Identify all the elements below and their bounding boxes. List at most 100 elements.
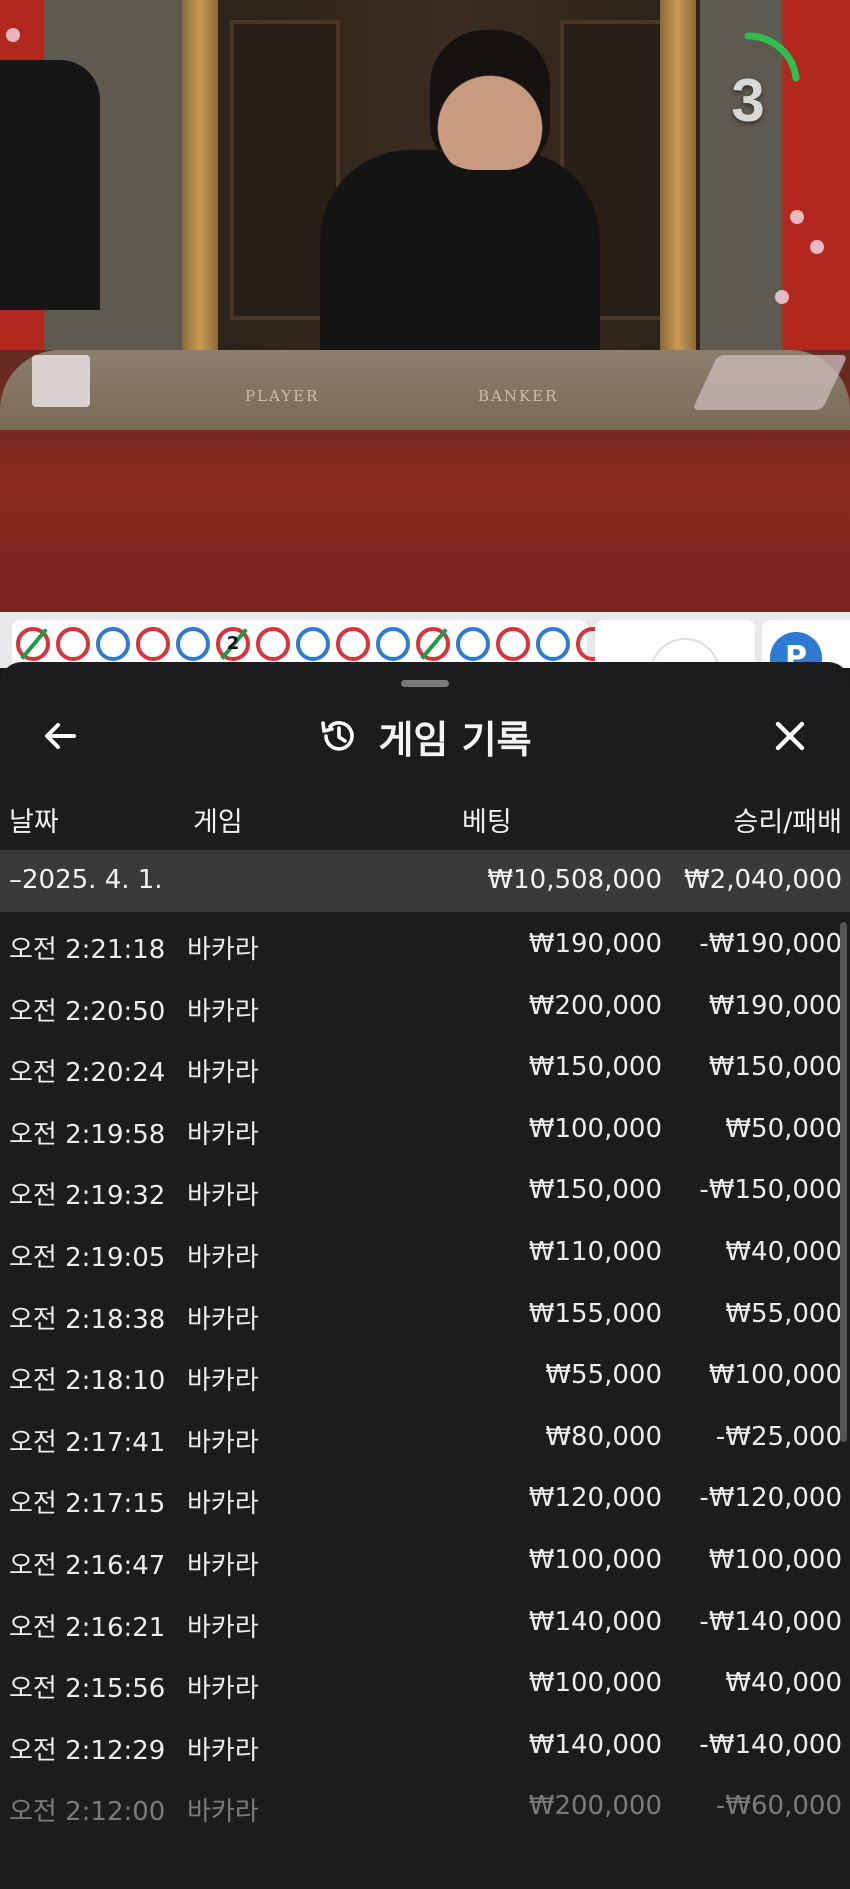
road-panel[interactable]: [595, 620, 755, 708]
scrollbar[interactable]: [840, 922, 847, 1442]
row-game: 바카라: [187, 1366, 259, 1397]
row-game: 바카라: [187, 1242, 259, 1273]
row-win-loss: ₩190,000: [708, 990, 842, 1021]
history-row[interactable]: 오전 2:15:56 바카라 ₩100,000 ₩40,000: [0, 1651, 850, 1713]
history-row[interactable]: 오전 2:16:21 바카라 ₩140,000 -₩140,000: [0, 1590, 850, 1652]
dealer-head: [430, 30, 550, 170]
row-win-loss: ₩50,000: [725, 1113, 842, 1144]
date-group-bet-total: ₩10,508,000: [487, 865, 662, 895]
sheet-header: 게임 기록: [0, 706, 850, 766]
close-button[interactable]: [758, 704, 822, 768]
history-row[interactable]: 오전 2:19:58 바카라 ₩100,000 ₩50,000: [0, 1097, 850, 1159]
history-row[interactable]: 오전 2:18:38 바카라 ₩155,000 ₩55,000: [0, 1282, 850, 1344]
row-time: 오전 2:19:05: [9, 1242, 166, 1273]
countdown-timer: 3: [708, 28, 808, 138]
row-bet: ₩120,000: [528, 1483, 662, 1514]
row-time: 오전 2:20:24: [9, 1058, 166, 1089]
bead-player: [176, 627, 210, 661]
row-bet: ₩100,000: [528, 1668, 662, 1699]
history-row[interactable]: 오전 2:20:50 바카라 ₩200,000 ₩190,000: [0, 974, 850, 1036]
row-time: 오전 2:12:00: [9, 1797, 166, 1828]
row-bet: ₩100,000: [528, 1544, 662, 1575]
date-group-win-loss-total: ₩2,040,000: [683, 865, 842, 895]
row-game: 바카라: [187, 1674, 259, 1705]
close-icon: [775, 721, 805, 751]
row-time: 오전 2:19:32: [9, 1181, 166, 1212]
row-game: 바카라: [187, 1550, 259, 1581]
bead-banker: [256, 627, 290, 661]
blossom: [6, 28, 20, 42]
row-win-loss: -₩150,000: [699, 1175, 842, 1206]
history-icon: [321, 721, 355, 751]
row-time: 오전 2:17:15: [9, 1489, 166, 1520]
road-prediction-panel[interactable]: P: [762, 620, 850, 684]
countdown-number: 3: [731, 67, 765, 134]
bead-banker: [416, 627, 450, 661]
row-game: 바카라: [187, 1797, 259, 1828]
row-win-loss: -₩140,000: [699, 1729, 842, 1760]
row-win-loss: -₩120,000: [699, 1483, 842, 1514]
game-history-sheet: 게임 기록 날짜 게임 베팅 승리/패배 –2025. 4. 1. ₩10,50…: [0, 662, 850, 1889]
row-win-loss: -₩190,000: [699, 929, 842, 959]
row-win-loss: ₩150,000: [708, 1052, 842, 1083]
row-time: 오전 2:16:21: [9, 1612, 166, 1643]
tie-slash-icon: [20, 628, 48, 660]
bead-banker: [496, 627, 530, 661]
dealer-body: [320, 150, 600, 380]
history-row[interactable]: 오전 2:17:41 바카라 ₩80,000 -₩25,000: [0, 1405, 850, 1467]
row-game: 바카라: [187, 1612, 259, 1643]
row-bet: ₩155,000: [528, 1298, 662, 1329]
row-game: 바카라: [187, 1181, 259, 1212]
table-header: 날짜 게임 베팅 승리/패배: [0, 800, 850, 844]
column-header-game: 게임: [193, 807, 243, 838]
row-win-loss: ₩100,000: [708, 1544, 842, 1575]
drag-handle[interactable]: [401, 680, 449, 687]
row-time: 오전 2:17:41: [9, 1427, 166, 1458]
table-player-label: PLAYER: [245, 387, 320, 405]
scoreboard-road: 2 P: [0, 612, 850, 708]
column-header-date: 날짜: [9, 807, 59, 838]
history-row[interactable]: 오전 2:21:18 바카라 ₩190,000 -₩190,000: [0, 912, 850, 974]
row-game: 바카라: [187, 1735, 259, 1766]
history-row[interactable]: 오전 2:20:24 바카라 ₩150,000 ₩150,000: [0, 1035, 850, 1097]
bead-road[interactable]: 2: [12, 620, 610, 668]
bead-player: [296, 627, 330, 661]
row-win-loss: ₩55,000: [725, 1298, 842, 1329]
row-bet: ₩200,000: [528, 990, 662, 1021]
row-game: 바카라: [187, 1427, 259, 1458]
row-time: 오전 2:20:50: [9, 996, 166, 1027]
bead-banker: [16, 627, 50, 661]
history-row[interactable]: 오전 2:12:29 바카라 ₩140,000 -₩140,000: [0, 1713, 850, 1775]
row-game: 바카라: [187, 1304, 259, 1335]
row-time: 오전 2:18:38: [9, 1304, 166, 1335]
bead-count: 2: [226, 633, 240, 654]
history-row[interactable]: 오전 2:18:10 바카라 ₩55,000 ₩100,000: [0, 1343, 850, 1405]
history-row[interactable]: 오전 2:19:32 바카라 ₩150,000 -₩150,000: [0, 1158, 850, 1220]
table-banker-label: BANKER: [478, 387, 559, 405]
live-video-stream: PLAYER BANKER 3: [0, 0, 850, 612]
card-shoe: [692, 355, 848, 410]
row-time: 오전 2:16:47: [9, 1550, 166, 1581]
row-bet: ₩150,000: [528, 1052, 662, 1083]
date-group-date: –2025. 4. 1.: [9, 865, 163, 895]
date-group-row[interactable]: –2025. 4. 1. ₩10,508,000 ₩2,040,000: [0, 850, 850, 912]
blossom: [790, 210, 804, 224]
row-win-loss: ₩40,000: [725, 1668, 842, 1699]
history-list: 오전 2:21:18 바카라 ₩190,000 -₩190,000 오전 2:20:50…: [0, 912, 850, 1836]
column-header-win-loss: 승리/패배: [733, 807, 842, 838]
history-row[interactable]: 오전 2:16:47 바카라 ₩100,000 ₩100,000: [0, 1528, 850, 1590]
bead-banker: [56, 627, 90, 661]
history-row[interactable]: 오전 2:12:00 바카라 ₩200,000 -₩60,000: [0, 1774, 850, 1836]
row-bet: ₩110,000: [528, 1236, 662, 1267]
row-bet: ₩140,000: [528, 1729, 662, 1760]
card-deck: [32, 355, 90, 407]
row-game: 바카라: [187, 935, 259, 965]
history-row[interactable]: 오전 2:19:05 바카라 ₩110,000 ₩40,000: [0, 1220, 850, 1282]
history-row[interactable]: 오전 2:17:15 바카라 ₩120,000 -₩120,000: [0, 1466, 850, 1528]
row-bet: ₩200,000: [528, 1791, 662, 1822]
row-win-loss: -₩60,000: [715, 1791, 842, 1822]
row-win-loss: ₩40,000: [725, 1236, 842, 1267]
row-bet: ₩80,000: [545, 1421, 662, 1452]
row-game: 바카라: [187, 1058, 259, 1089]
blossom: [810, 240, 824, 254]
